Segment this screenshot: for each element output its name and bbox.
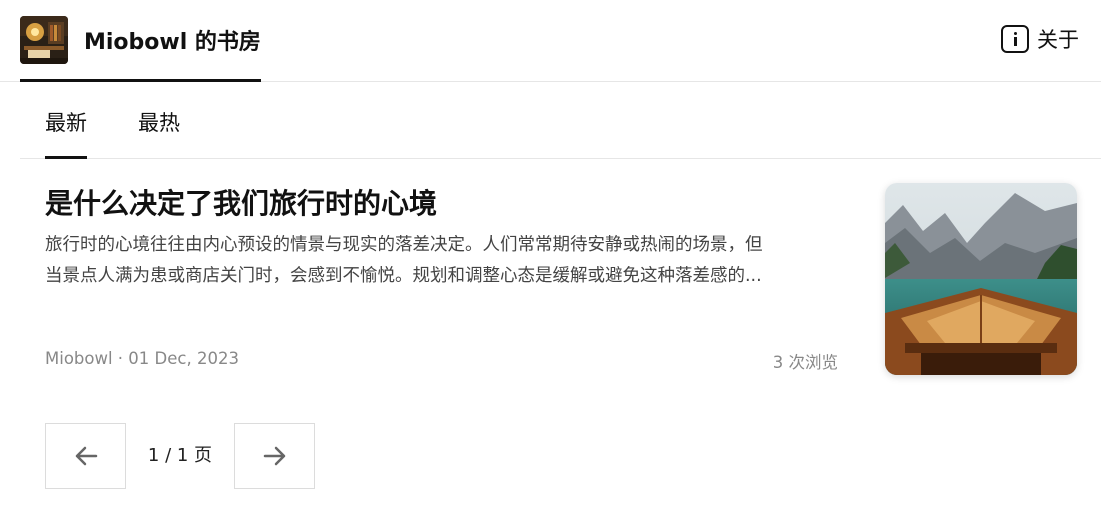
article-thumbnail[interactable] (885, 183, 1077, 375)
article-summary-line: 当景点人满为患或商店关门时，会感到不愉悦。规划和调整心态是缓解或避免这种落差感的… (45, 266, 762, 286)
site-header: Miobowl 的书房 关于 (0, 0, 1101, 82)
tab-latest[interactable]: 最新 (45, 83, 87, 159)
article-meta: Miobowl · 01 Dec, 2023 3 次浏览 (45, 349, 838, 372)
prev-page-button[interactable] (45, 423, 126, 489)
article-summary-line: 旅行时的心境往往由内心预设的情景与现实的落差决定。人们常常期待安静或热闹的场景，… (45, 235, 763, 255)
arrow-right-icon (263, 446, 285, 466)
arrow-left-icon (75, 446, 97, 466)
article-author-date: Miobowl · 01 Dec, 2023 (45, 349, 239, 368)
about-label: 关于 (1037, 28, 1079, 52)
about-link[interactable]: 关于 (1001, 24, 1079, 54)
article-card[interactable]: 是什么决定了我们旅行时的心境 旅行时的心境往往由内心预设的情景与现实的落差决定。… (45, 160, 1077, 390)
tab-hottest[interactable]: 最热 (138, 83, 180, 159)
site-logo (20, 15, 68, 64)
page-indicator: 1 / 1 页 (147, 445, 213, 466)
article-summary: 旅行时的心境往往由内心预设的情景与现实的落差决定。人们常常期待安静或热闹的场景，… (45, 230, 840, 292)
tab-bar: 最新 最热 (20, 83, 1101, 159)
next-page-button[interactable] (234, 423, 315, 489)
article-title[interactable]: 是什么决定了我们旅行时的心境 (45, 182, 437, 222)
site-title[interactable]: Miobowl 的书房 (84, 24, 261, 56)
home-link[interactable]: Miobowl 的书房 (20, 0, 261, 82)
info-icon (1001, 25, 1029, 53)
article-views: 3 次浏览 (772, 353, 838, 372)
